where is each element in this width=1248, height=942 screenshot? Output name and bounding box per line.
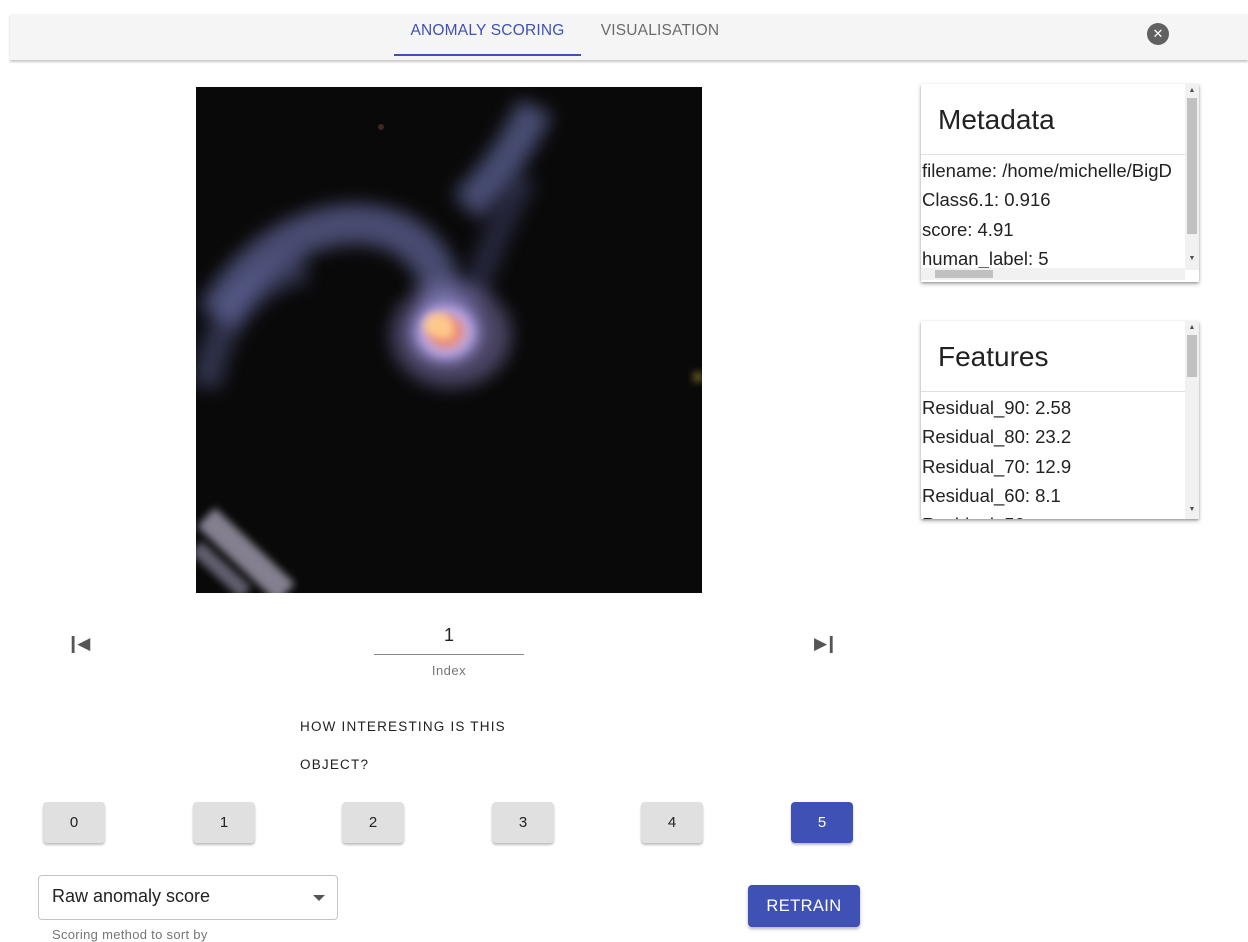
scoring-method-select[interactable]: Raw anomaly score (38, 875, 338, 920)
metadata-title: Metadata (938, 104, 1055, 135)
score-button-2[interactable]: 2 (342, 802, 404, 843)
dropdown-arrow-icon[interactable] (313, 895, 325, 901)
index-field[interactable]: 1 Index (374, 622, 524, 678)
score-button-0[interactable]: 0 (43, 802, 105, 843)
tab-visualisation[interactable]: VISUALISATION (590, 14, 730, 54)
metadata-vertical-scrollbar[interactable]: ▲ ▼ (1185, 84, 1199, 270)
question-line: OBJECT? (300, 757, 370, 772)
index-underline (374, 654, 524, 655)
scrollbar-thumb[interactable] (1187, 98, 1197, 234)
close-icon[interactable]: ✕ (1147, 23, 1169, 45)
tab-anomaly-scoring[interactable]: ANOMALY SCORING (394, 14, 581, 56)
metadata-horizontal-scrollbar[interactable] (921, 268, 1185, 280)
metadata-divider (921, 154, 1185, 155)
metadata-item: filename: /home/michelle/BigD (922, 160, 1172, 181)
index-label: Index (431, 663, 467, 678)
score-button-5[interactable]: 5 (791, 802, 853, 843)
galaxy-image-svg (196, 87, 702, 593)
scoring-method-helper-text: Scoring method to sort by (52, 927, 208, 942)
score-button-1[interactable]: 1 (193, 802, 255, 843)
scoring-method-value: Raw anomaly score (52, 886, 211, 906)
score-button-3[interactable]: 3 (492, 802, 554, 843)
scrollbar-thumb[interactable] (1187, 335, 1197, 377)
features-list: Residual_90: 2.58 Residual_80: 23.2 Resi… (922, 393, 1071, 519)
scrollbar-thumb[interactable] (935, 270, 993, 278)
feature-item: Residual_90: 2.58 (922, 397, 1072, 418)
scroll-down-arrow-icon[interactable]: ▼ (1185, 505, 1199, 515)
features-panel: Features Residual_90: 2.58 Residual_80: … (921, 321, 1199, 519)
question-line: HOW INTERESTING IS THIS (300, 719, 506, 734)
retrain-button[interactable]: RETRAIN (748, 885, 860, 927)
feature-item: Residual_80: 23.2 (922, 426, 1072, 448)
scroll-down-arrow-icon[interactable]: ▼ (1185, 254, 1199, 264)
top-app-bar: ANOMALY SCORING VISUALISATION ✕ (10, 14, 1248, 60)
feature-item: Residual_60: 8.1 (922, 484, 1061, 506)
galaxy-image (196, 87, 702, 593)
features-vertical-scrollbar[interactable]: ▲ ▼ (1185, 321, 1199, 519)
score-button-4[interactable]: 4 (641, 802, 703, 843)
skip-previous-icon[interactable]: ❙◀ (66, 634, 90, 654)
scroll-up-arrow-icon[interactable]: ▲ (1185, 86, 1199, 96)
features-title: Features (938, 341, 1049, 372)
metadata-item: Class6.1: 0.916 (922, 189, 1051, 211)
features-divider (921, 391, 1185, 392)
interest-question: HOW INTERESTING IS THIS OBJECT? (300, 708, 506, 784)
feature-item: Residual_50: (922, 510, 1071, 519)
skip-next-icon[interactable]: ▶❙ (814, 634, 838, 654)
metadata-panel: Metadata filename: /home/michelle/BigD C… (921, 84, 1199, 282)
metadata-item: score: 4.91 (922, 218, 1014, 240)
scroll-up-arrow-icon[interactable]: ▲ (1185, 323, 1199, 333)
metadata-list: filename: /home/michelle/BigD Class6.1: … (922, 156, 1172, 273)
index-input[interactable]: 1 (374, 622, 524, 648)
feature-item: Residual_70: 12.9 (922, 455, 1072, 477)
